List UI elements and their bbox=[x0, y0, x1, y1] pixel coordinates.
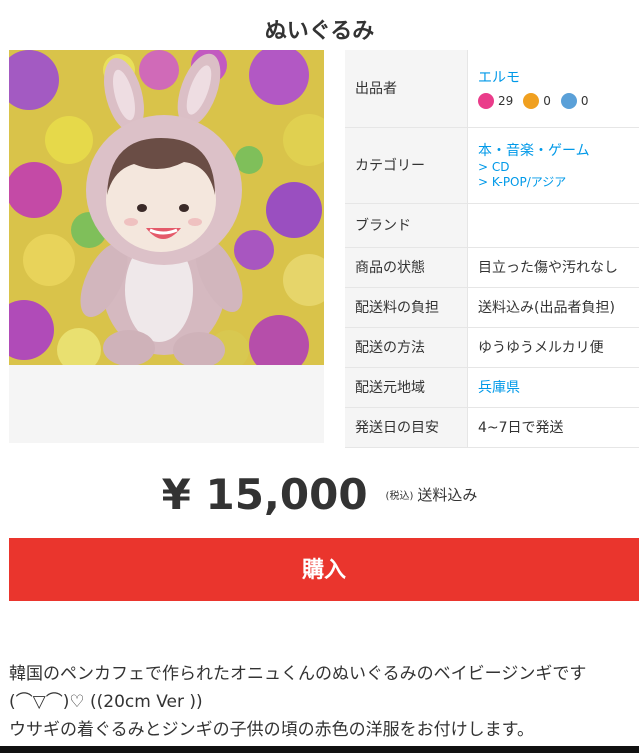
shipping-included-label: 送料込み bbox=[417, 486, 478, 504]
good-rating-count: 29 bbox=[498, 94, 514, 109]
plush-image bbox=[9, 50, 324, 365]
ship-days-row: 発送日の目安 4~7日で発送 bbox=[345, 407, 639, 448]
normal-rating-count: 0 bbox=[543, 94, 551, 109]
chevron-right-icon: > bbox=[478, 175, 492, 189]
condition-label: 商品の状態 bbox=[345, 247, 468, 288]
condition-row: 商品の状態 目立った傷や汚れなし bbox=[345, 247, 639, 288]
photo-area bbox=[9, 50, 324, 443]
buy-button[interactable]: 購入 bbox=[9, 538, 639, 601]
description-line: 韓国のペンカフェで作られたオニュくんのぬいぐるみのベイビージンギです bbox=[9, 664, 587, 684]
shipping-method-value: ゆうゆうメルカリ便 bbox=[467, 327, 639, 368]
tax-label: (税込) bbox=[385, 491, 414, 502]
brand-row: ブランド bbox=[345, 203, 639, 248]
item-description: 韓国のペンカフェで作られたオニュくんのぬいぐるみのベイビージンギです (⌒▽⌒)… bbox=[9, 660, 639, 744]
category-sub2-link[interactable]: K-POP/アジア bbox=[492, 175, 566, 189]
ship-days-value: 4~7日で発送 bbox=[467, 407, 639, 448]
category-row: カテゴリー 本・音楽・ゲーム > CD > K-POP/アジア bbox=[345, 127, 639, 204]
shipping-fee-label: 配送料の負担 bbox=[345, 287, 468, 328]
ship-from-link[interactable]: 兵庫県 bbox=[478, 380, 520, 396]
price-area: ¥ 15,000 (税込) 送料込み bbox=[0, 470, 639, 519]
description-line: ウサギの着ぐるみとジンギの子供の頃の赤色の洋服をお付けします。 bbox=[9, 720, 534, 740]
item-photo[interactable] bbox=[9, 50, 324, 365]
brand-label: ブランド bbox=[345, 203, 468, 248]
item-details-table: 出品者 エルモ 29 0 0 カテゴリー 本・音楽・ゲーム > CD > K-P… bbox=[345, 50, 639, 448]
seller-row: 出品者 エルモ 29 0 0 bbox=[345, 50, 639, 128]
good-rating-icon bbox=[478, 93, 494, 110]
ship-from-label: 配送元地域 bbox=[345, 367, 468, 408]
ship-days-label: 発送日の目安 bbox=[345, 407, 468, 448]
price-amount: ¥ 15,000 bbox=[161, 470, 368, 519]
description-line: (⌒▽⌒)♡ ((20cm Ver )) bbox=[9, 692, 203, 712]
shipping-method-label: 配送の方法 bbox=[345, 327, 468, 368]
category-label: カテゴリー bbox=[345, 127, 468, 204]
category-sub1-link[interactable]: CD bbox=[492, 160, 510, 174]
brand-value bbox=[467, 203, 639, 248]
category-main-link[interactable]: 本・音楽・ゲーム bbox=[478, 140, 639, 160]
condition-value: 目立った傷や汚れなし bbox=[467, 247, 639, 288]
seller-label: 出品者 bbox=[345, 50, 468, 128]
bad-rating-count: 0 bbox=[580, 94, 589, 109]
seller-rating: 29 0 0 bbox=[478, 93, 639, 110]
normal-rating-icon bbox=[523, 93, 540, 110]
seller-name-link[interactable]: エルモ bbox=[478, 67, 639, 87]
item-title: ぬいぐるみ bbox=[264, 18, 375, 44]
bottom-bar bbox=[0, 746, 639, 753]
ship-from-row: 配送元地域 兵庫県 bbox=[345, 367, 639, 408]
shipping-fee-value: 送料込み(出品者負担) bbox=[467, 287, 639, 328]
chevron-right-icon: > bbox=[478, 160, 492, 174]
shipping-method-row: 配送の方法 ゆうゆうメルカリ便 bbox=[345, 327, 639, 368]
bad-rating-icon bbox=[560, 93, 577, 110]
shipping-fee-row: 配送料の負担 送料込み(出品者負担) bbox=[345, 287, 639, 328]
